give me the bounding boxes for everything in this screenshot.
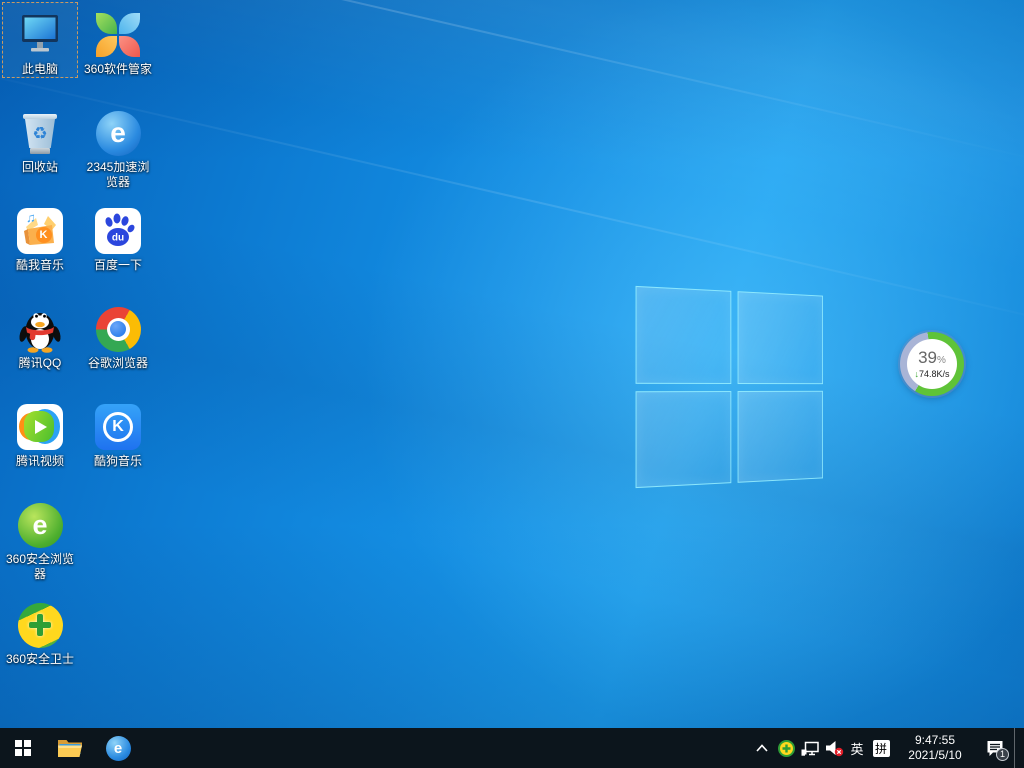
desktop-icon-label: 酷我音乐 bbox=[16, 258, 64, 273]
tray-ime-language[interactable]: 英 bbox=[846, 728, 868, 768]
windows-logo bbox=[636, 286, 823, 488]
percent-sign: % bbox=[937, 355, 946, 366]
chevron-up-icon bbox=[756, 744, 768, 752]
tray-show-hidden-icons[interactable] bbox=[750, 728, 774, 768]
cross-icon bbox=[29, 614, 51, 636]
windows-logo-pane bbox=[737, 291, 823, 384]
desktop-icon-label: 谷歌浏览器 bbox=[88, 356, 148, 371]
clock-date: 2021/5/10 bbox=[908, 748, 961, 763]
desktop-icon-label: 360软件管家 bbox=[84, 62, 152, 77]
desktop-icon-google-chrome[interactable]: 谷歌浏览器 bbox=[80, 296, 156, 372]
desktop-icon-kugou-music[interactable]: K 酷狗音乐 bbox=[80, 394, 156, 470]
tray-network[interactable] bbox=[798, 728, 822, 768]
pinyin-mode-icon: 拼 bbox=[873, 740, 890, 757]
download-speed: 74.8K/s bbox=[919, 369, 950, 379]
desktop-icon-2345-browser[interactable]: e 2345加速浏览器 bbox=[80, 100, 156, 191]
desktop-icon-tencent-qq[interactable]: 腾讯QQ bbox=[2, 296, 78, 372]
2345-browser-icon: e bbox=[106, 736, 131, 761]
taskbar-file-explorer[interactable] bbox=[46, 728, 94, 768]
desktop-icon-label: 2345加速浏览器 bbox=[82, 160, 154, 190]
speaker-muted-icon bbox=[825, 740, 844, 757]
music-note: ♫ bbox=[26, 210, 36, 225]
360-secure-browser-icon: e bbox=[16, 501, 64, 549]
tray-ime-mode[interactable]: 拼 bbox=[868, 728, 894, 768]
download-progress-inner: 39% ↓74.8K/s bbox=[907, 339, 957, 389]
svg-text:du: du bbox=[112, 233, 124, 244]
google-chrome-icon bbox=[94, 305, 142, 353]
system-tray: 英 拼 9:47:55 2021/5/10 1 bbox=[750, 728, 1024, 768]
windows-logo-pane bbox=[636, 286, 731, 384]
petal-green bbox=[96, 13, 117, 34]
desktop-icon-360-safeguard[interactable]: 360安全卫士 bbox=[2, 592, 78, 668]
taskbar-2345-browser[interactable]: e bbox=[94, 728, 142, 768]
clock-time: 9:47:55 bbox=[915, 733, 955, 748]
2345-browser-icon: e bbox=[94, 109, 142, 157]
petal-red bbox=[119, 36, 140, 57]
play-icon bbox=[35, 420, 47, 434]
360-software-manager-icon bbox=[94, 11, 142, 59]
bin-base bbox=[30, 148, 50, 154]
360-safeguard-icon bbox=[16, 601, 64, 649]
windows-logo-pane bbox=[636, 391, 731, 489]
desktop-icon-label: 回收站 bbox=[22, 160, 58, 175]
tencent-video-icon bbox=[16, 403, 64, 451]
baidu-icon: du bbox=[94, 207, 142, 255]
petal-blue bbox=[119, 13, 140, 34]
desktop-icon-label: 酷狗音乐 bbox=[94, 454, 142, 469]
taskbar-clock[interactable]: 9:47:55 2021/5/10 bbox=[894, 728, 976, 768]
desktop-icon-label: 360安全浏览器 bbox=[4, 552, 76, 582]
desktop-icon-label: 腾讯QQ bbox=[19, 356, 62, 371]
desktop-icon-baidu[interactable]: du 百度一下 bbox=[80, 198, 156, 274]
recycle-bin-icon: ♻ bbox=[16, 109, 64, 157]
tencent-qq-icon bbox=[16, 305, 64, 353]
windows-desktop-screen: 此电脑 360软件管家 ♻ 回收站 e 2345加速浏览器 bbox=[0, 0, 1024, 768]
e-glyph: e bbox=[110, 117, 126, 149]
download-progress-widget[interactable]: 39% ↓74.8K/s bbox=[900, 332, 964, 396]
tray-volume-muted[interactable] bbox=[822, 728, 846, 768]
notification-count-badge: 1 bbox=[996, 748, 1009, 761]
windows-logo-pane bbox=[737, 390, 823, 483]
taskbar: e bbox=[0, 728, 1024, 768]
kuwo-k-glyph: K bbox=[40, 229, 48, 241]
desktop-icon-360-software-manager[interactable]: 360软件管家 bbox=[80, 2, 156, 78]
desktop-icon-kuwo-music[interactable]: ♫ K 酷我音乐 bbox=[2, 198, 78, 274]
recycle-symbol: ♻ bbox=[32, 125, 47, 142]
desktop-icon-label: 此电脑 bbox=[22, 62, 58, 77]
bin-rim bbox=[23, 114, 57, 119]
e-glyph: e bbox=[32, 510, 47, 541]
kuwo-music-icon: ♫ K bbox=[16, 207, 64, 255]
download-percent: 39 bbox=[918, 348, 937, 367]
this-pc-icon bbox=[16, 11, 64, 59]
show-desktop-button[interactable] bbox=[1014, 728, 1024, 768]
start-button[interactable] bbox=[0, 728, 46, 768]
desktop-icon-label: 百度一下 bbox=[94, 258, 142, 273]
network-icon bbox=[801, 740, 820, 757]
file-explorer-icon bbox=[57, 737, 83, 759]
tray-360-safeguard[interactable] bbox=[774, 728, 798, 768]
desktop-icon-recycle-bin[interactable]: ♻ 回收站 bbox=[2, 100, 78, 176]
action-center-button[interactable]: 1 bbox=[976, 728, 1014, 768]
windows-start-icon bbox=[15, 740, 31, 756]
petal-orange bbox=[96, 36, 117, 57]
desktop-icon-tencent-video[interactable]: 腾讯视频 bbox=[2, 394, 78, 470]
desktop-icon-label: 360安全卫士 bbox=[6, 652, 74, 667]
desktop-icon-360-secure-browser[interactable]: e 360安全浏览器 bbox=[2, 492, 78, 583]
kugou-k-glyph: K bbox=[112, 418, 124, 436]
desktop-icon-label: 腾讯视频 bbox=[16, 454, 64, 469]
kugou-music-icon: K bbox=[94, 403, 142, 451]
360-tray-icon bbox=[778, 740, 795, 757]
desktop-icon-this-pc[interactable]: 此电脑 bbox=[2, 2, 78, 78]
